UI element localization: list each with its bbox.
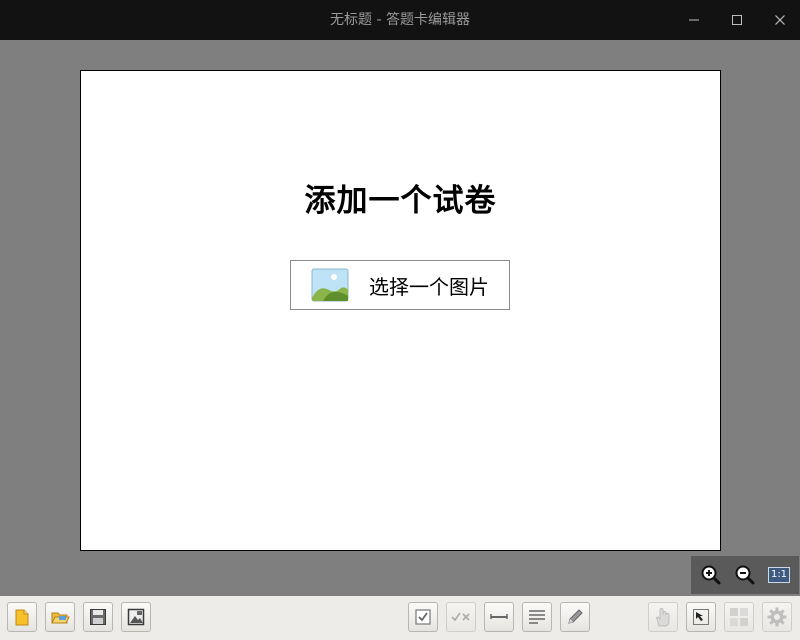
save-button[interactable] bbox=[83, 602, 113, 632]
close-button[interactable] bbox=[759, 0, 800, 40]
minimize-button[interactable] bbox=[673, 0, 715, 40]
checkbox-tool-button[interactable] bbox=[408, 602, 438, 632]
select-arrow-button[interactable] bbox=[686, 602, 716, 632]
pencil-tool-button[interactable] bbox=[560, 602, 590, 632]
grid-icon bbox=[730, 608, 748, 626]
picture-icon bbox=[311, 268, 349, 302]
hand-pan-button[interactable] bbox=[648, 602, 678, 632]
check-cross-icon bbox=[451, 612, 470, 622]
maximize-button[interactable] bbox=[716, 0, 758, 40]
zoom-in-button[interactable] bbox=[697, 561, 725, 589]
hand-pan-icon bbox=[656, 607, 670, 627]
select-image-label: 选择一个图片 bbox=[369, 274, 489, 299]
text-tool-button[interactable] bbox=[522, 602, 552, 632]
new-file-button[interactable] bbox=[7, 602, 37, 632]
actual-size-button[interactable]: 1:1 bbox=[765, 561, 793, 589]
minimize-icon bbox=[689, 19, 699, 21]
maximize-icon bbox=[732, 15, 742, 25]
export-image-icon bbox=[127, 608, 145, 626]
page-heading: 添加一个试卷 bbox=[304, 183, 497, 219]
settings-button[interactable] bbox=[762, 602, 792, 632]
bottom-toolbar bbox=[0, 596, 800, 640]
pencil-icon bbox=[568, 609, 583, 624]
title-bar: 无标题 - 答题卡编辑器 bbox=[0, 0, 800, 40]
horizontal-line-icon bbox=[490, 614, 508, 619]
line-tool-button[interactable] bbox=[484, 602, 514, 632]
zoom-out-icon bbox=[735, 565, 755, 585]
zoom-in-icon bbox=[701, 565, 721, 585]
open-file-button[interactable] bbox=[45, 602, 75, 632]
grid-button[interactable] bbox=[724, 602, 754, 632]
exam-page: 添加一个试卷 选择一个图片 bbox=[80, 70, 721, 551]
save-icon bbox=[90, 609, 106, 625]
actual-size-label: 1:1 bbox=[767, 567, 791, 583]
zoom-panel: 1:1 bbox=[691, 556, 799, 594]
open-folder-icon bbox=[51, 612, 70, 624]
select-image-button[interactable]: 选择一个图片 bbox=[290, 260, 510, 310]
settings-gear-icon bbox=[767, 607, 787, 627]
export-image-button[interactable] bbox=[121, 602, 151, 632]
checkbox-icon bbox=[415, 609, 431, 625]
text-lines-icon bbox=[529, 610, 545, 624]
select-arrow-icon bbox=[693, 609, 709, 625]
canvas-workspace[interactable]: 添加一个试卷 选择一个图片 1:1 bbox=[0, 40, 800, 596]
new-file-icon bbox=[15, 609, 29, 626]
close-icon bbox=[775, 15, 785, 25]
check-cross-tool-button[interactable] bbox=[446, 602, 476, 632]
zoom-out-button[interactable] bbox=[731, 561, 759, 589]
